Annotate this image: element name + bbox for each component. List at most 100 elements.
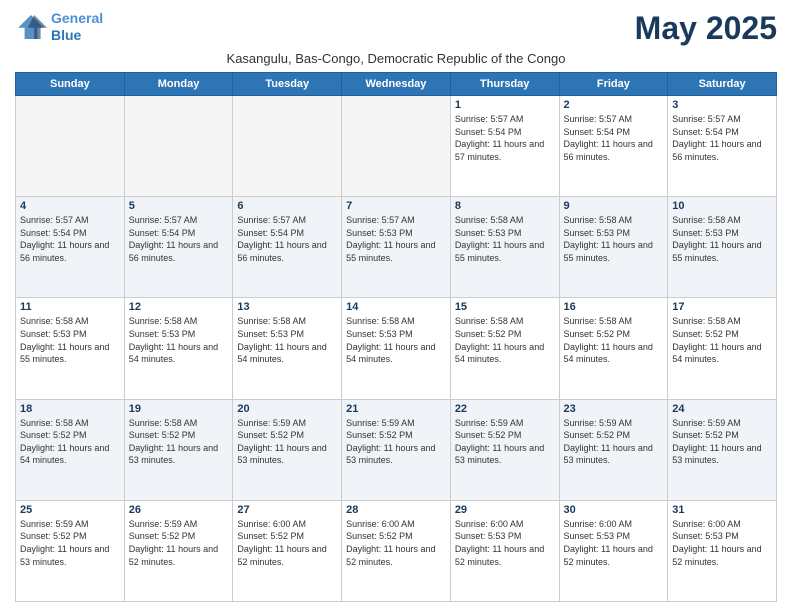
day-number: 8: [455, 200, 555, 212]
day-number: 2: [564, 99, 664, 111]
calendar-cell: 3Sunrise: 5:57 AMSunset: 5:54 PMDaylight…: [668, 96, 777, 197]
cell-info: Sunrise: 6:00 AMSunset: 5:52 PMDaylight:…: [346, 518, 446, 568]
cell-info: Sunrise: 5:58 AMSunset: 5:52 PMDaylight:…: [129, 417, 229, 467]
day-number: 16: [564, 301, 664, 313]
calendar-cell: 18 Sunrise: 5:58 AMSunset: 5:52 PMDayligh…: [16, 399, 125, 500]
cell-info: Sunrise: 5:57 AMSunset: 5:53 PMDaylight:…: [346, 214, 446, 264]
calendar-cell: 21 Sunrise: 5:59 AMSunset: 5:52 PMDayligh…: [342, 399, 451, 500]
calendar-cell: 2 Sunrise: 5:57 AMSunset: 5:54 PMDaylight…: [559, 96, 668, 197]
calendar-header-row: SundayMondayTuesdayWednesdayThursdayFrid…: [16, 73, 777, 96]
day-header-monday: Monday: [124, 73, 233, 96]
day-header-tuesday: Tuesday: [233, 73, 342, 96]
calendar-cell: 26 Sunrise: 5:59 AMSunset: 5:52 PMDayligh…: [124, 500, 233, 601]
calendar-cell: 20 Sunrise: 5:59 AMSunset: 5:52 PMDayligh…: [233, 399, 342, 500]
calendar-cell: 4 Sunrise: 5:57 AMSunset: 5:54 PMDaylight…: [16, 197, 125, 298]
day-number: 22: [455, 403, 555, 415]
logo-text: General Blue: [51, 10, 103, 44]
calendar-cell: 5 Sunrise: 5:57 AMSunset: 5:54 PMDaylight…: [124, 197, 233, 298]
cell-info: Sunrise: 5:57 AMSunset: 5:54 PMDaylight:…: [455, 113, 555, 163]
cell-info: Sunrise: 5:58 AMSunset: 5:53 PMDaylight:…: [672, 214, 772, 264]
calendar-cell: 27Sunrise: 6:00 AMSunset: 5:52 PMDayligh…: [233, 500, 342, 601]
day-number: 30: [564, 504, 664, 516]
cell-info: Sunrise: 5:58 AMSunset: 5:52 PMDaylight:…: [564, 315, 664, 365]
day-number: 24: [672, 403, 772, 415]
cell-info: Sunrise: 5:59 AMSunset: 5:52 PMDaylight:…: [346, 417, 446, 467]
cell-info: Sunrise: 5:59 AMSunset: 5:52 PMDaylight:…: [237, 417, 337, 467]
day-number: 23: [564, 403, 664, 415]
cell-info: Sunrise: 5:59 AMSunset: 5:52 PMDaylight:…: [455, 417, 555, 467]
calendar-cell: 14 Sunrise: 5:58 AMSunset: 5:53 PMDayligh…: [342, 298, 451, 399]
day-number: 12: [129, 301, 229, 313]
calendar-cell: 28 Sunrise: 6:00 AMSunset: 5:52 PMDayligh…: [342, 500, 451, 601]
calendar-cell: 1 Sunrise: 5:57 AMSunset: 5:54 PMDaylight…: [450, 96, 559, 197]
day-number: 17: [672, 301, 772, 313]
calendar-cell: 24 Sunrise: 5:59 AMSunset: 5:52 PMDayligh…: [668, 399, 777, 500]
cell-info: Sunrise: 5:57 AMSunset: 5:54 PMDaylight:…: [564, 113, 664, 163]
cell-info: Sunrise: 5:58 AMSunset: 5:52 PMDaylight:…: [20, 417, 120, 467]
day-number: 7: [346, 200, 446, 212]
day-number: 28: [346, 504, 446, 516]
calendar-week-row: 11 Sunrise: 5:58 AMSunset: 5:53 PMDayligh…: [16, 298, 777, 399]
calendar-cell: 8 Sunrise: 5:58 AMSunset: 5:53 PMDaylight…: [450, 197, 559, 298]
calendar-cell: [16, 96, 125, 197]
logo-icon: [15, 13, 47, 41]
day-number: 4: [20, 200, 120, 212]
day-header-saturday: Saturday: [668, 73, 777, 96]
cell-info: Sunrise: 5:59 AMSunset: 5:52 PMDaylight:…: [20, 518, 120, 568]
calendar-cell: 17 Sunrise: 5:58 AMSunset: 5:52 PMDayligh…: [668, 298, 777, 399]
calendar-week-row: 25 Sunrise: 5:59 AMSunset: 5:52 PMDayligh…: [16, 500, 777, 601]
calendar-cell: 6 Sunrise: 5:57 AMSunset: 5:54 PMDaylight…: [233, 197, 342, 298]
day-number: 26: [129, 504, 229, 516]
cell-info: Sunrise: 5:57 AMSunset: 5:54 PMDaylight:…: [20, 214, 120, 264]
calendar-cell: 16 Sunrise: 5:58 AMSunset: 5:52 PMDayligh…: [559, 298, 668, 399]
calendar-week-row: 4 Sunrise: 5:57 AMSunset: 5:54 PMDaylight…: [16, 197, 777, 298]
day-number: 18: [20, 403, 120, 415]
month-title: May 2025: [635, 10, 777, 47]
day-number: 13: [237, 301, 337, 313]
calendar-cell: [124, 96, 233, 197]
calendar-cell: 7 Sunrise: 5:57 AMSunset: 5:53 PMDaylight…: [342, 197, 451, 298]
day-number: 10: [672, 200, 772, 212]
page: General Blue May 2025 Kasangulu, Bas-Con…: [0, 0, 792, 612]
cell-info: Sunrise: 5:59 AMSunset: 5:52 PMDaylight:…: [129, 518, 229, 568]
cell-info: Sunrise: 5:57 AMSunset: 5:54 PMDaylight:…: [237, 214, 337, 264]
calendar-cell: 25 Sunrise: 5:59 AMSunset: 5:52 PMDayligh…: [16, 500, 125, 601]
cell-info: Sunrise: 5:58 AMSunset: 5:52 PMDaylight:…: [455, 315, 555, 365]
cell-info: Sunrise: 5:59 AMSunset: 5:52 PMDaylight:…: [672, 417, 772, 467]
cell-info: Sunrise: 5:58 AMSunset: 5:53 PMDaylight:…: [237, 315, 337, 365]
day-number: 6: [237, 200, 337, 212]
day-number: 3: [672, 99, 772, 111]
cell-info: Sunrise: 5:58 AMSunset: 5:53 PMDaylight:…: [564, 214, 664, 264]
calendar-cell: 15Sunrise: 5:58 AMSunset: 5:52 PMDayligh…: [450, 298, 559, 399]
cell-info: Sunrise: 5:57 AMSunset: 5:54 PMDaylight:…: [129, 214, 229, 264]
day-number: 1: [455, 99, 555, 111]
day-number: 21: [346, 403, 446, 415]
calendar-week-row: 1 Sunrise: 5:57 AMSunset: 5:54 PMDaylight…: [16, 96, 777, 197]
cell-info: Sunrise: 6:00 AMSunset: 5:53 PMDaylight:…: [564, 518, 664, 568]
day-number: 31: [672, 504, 772, 516]
cell-info: Sunrise: 6:00 AMSunset: 5:53 PMDaylight:…: [672, 518, 772, 568]
logo: General Blue: [15, 10, 103, 44]
calendar-cell: 13 Sunrise: 5:58 AMSunset: 5:53 PMDayligh…: [233, 298, 342, 399]
day-number: 25: [20, 504, 120, 516]
day-number: 5: [129, 200, 229, 212]
calendar-cell: 23 Sunrise: 5:59 AMSunset: 5:52 PMDayligh…: [559, 399, 668, 500]
cell-info: Sunrise: 5:58 AMSunset: 5:53 PMDaylight:…: [346, 315, 446, 365]
calendar-week-row: 18 Sunrise: 5:58 AMSunset: 5:52 PMDayligh…: [16, 399, 777, 500]
cell-info: Sunrise: 5:59 AMSunset: 5:52 PMDaylight:…: [564, 417, 664, 467]
calendar-cell: 30 Sunrise: 6:00 AMSunset: 5:53 PMDayligh…: [559, 500, 668, 601]
day-number: 20: [237, 403, 337, 415]
cell-info: Sunrise: 5:58 AMSunset: 5:52 PMDaylight:…: [672, 315, 772, 365]
logo-line2: Blue: [51, 27, 81, 43]
day-header-friday: Friday: [559, 73, 668, 96]
calendar-cell: 9 Sunrise: 5:58 AMSunset: 5:53 PMDaylight…: [559, 197, 668, 298]
cell-info: Sunrise: 5:58 AMSunset: 5:53 PMDaylight:…: [455, 214, 555, 264]
calendar-cell: 22 Sunrise: 5:59 AMSunset: 5:52 PMDayligh…: [450, 399, 559, 500]
day-number: 11: [20, 301, 120, 313]
day-number: 14: [346, 301, 446, 313]
day-number: 9: [564, 200, 664, 212]
calendar-cell: [342, 96, 451, 197]
calendar-cell: 10 Sunrise: 5:58 AMSunset: 5:53 PMDayligh…: [668, 197, 777, 298]
cell-info: Sunrise: 6:00 AMSunset: 5:53 PMDaylight:…: [455, 518, 555, 568]
subtitle: Kasangulu, Bas-Congo, Democratic Republi…: [15, 51, 777, 66]
